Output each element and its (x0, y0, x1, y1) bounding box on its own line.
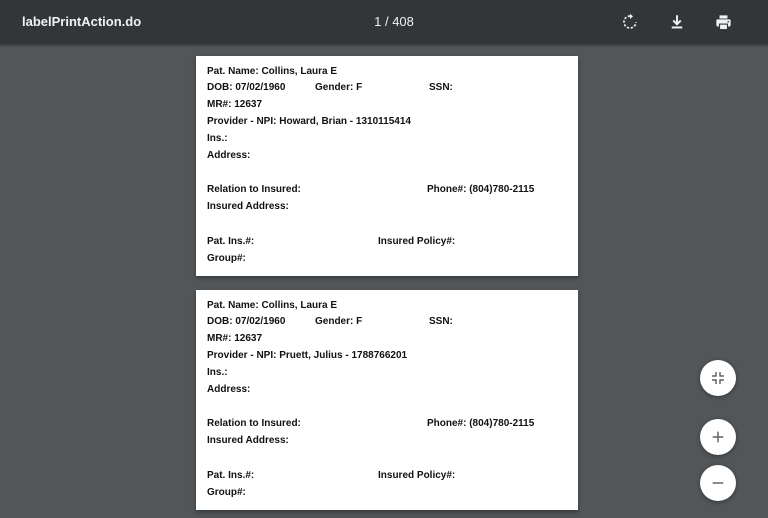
download-button[interactable] (665, 10, 689, 34)
pdf-page-1: Pat. Name: Collins, Laura E DOB: 07/02/1… (196, 56, 578, 276)
insured-policy-number: Insured Policy#: (378, 236, 456, 247)
patient-insurance-number: Pat. Ins.#: (207, 470, 255, 481)
insured-address: Insured Address: (207, 435, 289, 446)
insurance: Ins.: (207, 133, 228, 144)
rotate-button[interactable] (618, 10, 642, 34)
download-icon (671, 15, 683, 29)
patient-name: Pat. Name: Collins, Laura E (207, 300, 338, 311)
insured-policy-number: Insured Policy#: (378, 470, 456, 481)
ssn: SSN: (429, 316, 453, 327)
fit-to-page-button[interactable] (700, 360, 736, 396)
group-number: Group#: (207, 253, 246, 264)
print-icon (715, 14, 731, 30)
patient-insurance-number: Pat. Ins.#: (207, 236, 255, 247)
fit-to-page-icon (712, 372, 724, 384)
document-title: labelPrintAction.do (22, 14, 142, 29)
document-viewer[interactable]: Pat. Name: Collins, Laura E DOB: 07/02/1… (0, 44, 768, 518)
phone-number: Phone#: (804)780-2115 (427, 184, 535, 195)
address: Address: (207, 150, 251, 161)
pdf-page-2: Pat. Name: Collins, Laura E DOB: 07/02/1… (196, 290, 578, 510)
relation-to-insured: Relation to Insured: (207, 184, 301, 195)
page-indicator: 1 / 408 (330, 0, 458, 44)
medical-record-number: MR#: 12637 (207, 99, 263, 110)
relation-to-insured: Relation to Insured: (207, 418, 301, 429)
date-of-birth: DOB: 07/02/1960 (207, 82, 286, 93)
zoom-in-icon (712, 431, 724, 443)
provider-npi: Provider - NPI: Pruett, Julius - 1788766… (207, 350, 408, 361)
total-pages: 408 (392, 14, 414, 29)
date-of-birth: DOB: 07/02/1960 (207, 316, 286, 327)
insurance: Ins.: (207, 367, 228, 378)
gender: Gender: F (315, 316, 363, 327)
medical-record-number: MR#: 12637 (207, 333, 263, 344)
zoom-in-button[interactable] (700, 419, 736, 455)
provider-npi: Provider - NPI: Howard, Brian - 13101154… (207, 116, 411, 127)
rotate-icon (623, 13, 637, 29)
pdf-toolbar: labelPrintAction.do 1 / 408 (0, 0, 768, 44)
current-page-number[interactable]: 1 (374, 14, 381, 29)
patient-name: Pat. Name: Collins, Laura E (207, 66, 338, 77)
print-button[interactable] (711, 10, 735, 34)
address: Address: (207, 384, 251, 395)
page-separator: / (384, 14, 389, 29)
group-number: Group#: (207, 487, 246, 498)
gender: Gender: F (315, 82, 363, 93)
insured-address: Insured Address: (207, 201, 289, 212)
zoom-out-button[interactable] (700, 465, 736, 501)
ssn: SSN: (429, 82, 453, 93)
zoom-out-icon (712, 482, 724, 484)
phone-number: Phone#: (804)780-2115 (427, 418, 535, 429)
